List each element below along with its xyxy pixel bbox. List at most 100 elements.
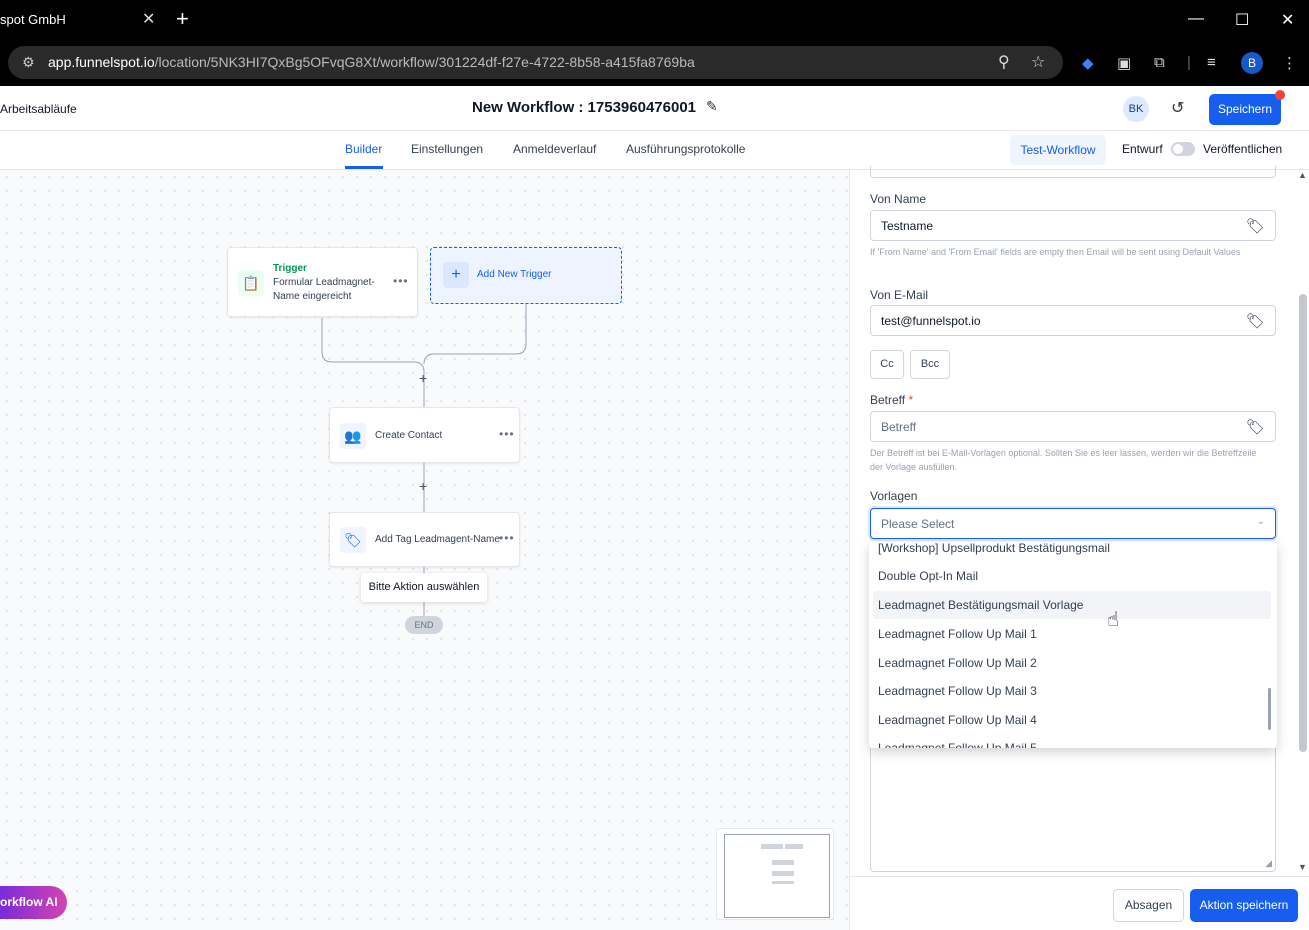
minimap-viewport <box>724 834 830 918</box>
create-contact-node[interactable]: 👥 Create Contact ••• <box>329 407 520 463</box>
dropdown-option[interactable]: Leadmagnet Follow Up Mail 5 <box>873 734 1271 748</box>
select-action-tooltip[interactable]: Bitte Aktion auswählen <box>361 573 487 602</box>
custom-value-tag-icon[interactable]: 🏷 <box>1246 217 1265 235</box>
browser-addressbar: ⚙ app.funnelspot.io/location/5NK3HI7QxBg… <box>0 40 1309 86</box>
dropdown-option[interactable]: Double Opt-In Mail <box>873 562 1271 590</box>
add-step-plus-icon[interactable]: + <box>419 370 427 386</box>
scroll-down-arrow[interactable]: ▼ <box>1298 862 1307 872</box>
bcc-button[interactable]: Bcc <box>910 350 950 379</box>
test-workflow-button[interactable]: Test-Workflow <box>1010 135 1106 165</box>
active-tab-indicator <box>345 166 383 169</box>
add-tag-node[interactable]: 🏷 Add Tag Leadmagent-Name ••• <box>329 512 520 567</box>
edit-pencil-icon[interactable]: ✎ <box>706 98 718 115</box>
from-email-value: test@funnelspot.io <box>881 314 981 328</box>
devtools-extension-icon[interactable]: ▣ <box>1117 54 1131 72</box>
tab-anmeldeverlauf[interactable]: Anmeldeverlauf <box>513 142 596 156</box>
divider: | <box>1187 54 1191 71</box>
new-tab-icon[interactable]: + <box>176 6 189 32</box>
from-email-field[interactable]: test@funnelspot.io 🏷 <box>870 305 1276 336</box>
workflow-ai-button[interactable]: orkflow AI <box>0 886 67 919</box>
site-info-icon[interactable]: ⚙ <box>22 54 35 71</box>
from-email-label: Von E-Mail <box>870 288 929 302</box>
resize-handle-icon[interactable]: ◢ <box>1265 858 1272 869</box>
publish-toggle[interactable] <box>1171 142 1195 156</box>
trigger-node[interactable]: 📋 Trigger Formular Leadmagnet- Name eing… <box>227 247 418 317</box>
contact-icon: 👥 <box>340 423 366 449</box>
tab-einstellungen[interactable]: Einstellungen <box>411 142 483 156</box>
url-text[interactable]: app.funnelspot.io/location/5NK3HI7QxBg5O… <box>48 54 695 70</box>
panel-footer: Absagen Aktion speichern <box>850 876 1309 930</box>
dropdown-option[interactable]: Leadmagnet Follow Up Mail 3 <box>873 677 1271 705</box>
profile-avatar[interactable]: B <box>1241 52 1263 74</box>
close-window-icon[interactable]: ✕ <box>1281 10 1294 30</box>
maximize-icon[interactable]: ☐ <box>1235 10 1249 30</box>
scroll-up-arrow[interactable]: ▲ <box>1298 170 1307 180</box>
trigger-menu-icon[interactable]: ••• <box>393 274 409 288</box>
add-new-trigger-button[interactable]: + Add New Trigger <box>430 247 622 304</box>
subject-hint: Der Betreff ist bei E-Mail-Vorlagen opti… <box>870 448 1257 472</box>
extension-icon[interactable]: ◆ <box>1082 54 1094 72</box>
dropdown-scrollbar[interactable] <box>1268 688 1271 730</box>
create-contact-label: Create Contact <box>375 430 443 441</box>
templates-label: Vorlagen <box>870 489 918 503</box>
action-settings-panel: ▲ ▼ Von Name Testname 🏷 If 'From Name' a… <box>849 166 1309 930</box>
add-tag-menu-icon[interactable]: ••• <box>499 531 515 545</box>
subject-label: Betreff * <box>870 393 913 407</box>
panel-scrollbar[interactable] <box>1299 294 1307 752</box>
subject-field[interactable]: Betreff 🏷 <box>870 411 1276 442</box>
from-name-label: Von Name <box>870 192 927 206</box>
user-avatar[interactable]: BK <box>1123 96 1149 122</box>
minimap-node <box>772 871 794 876</box>
toggle-knob <box>1173 144 1183 154</box>
dropdown-option[interactable]: Leadmagnet Follow Up Mail 4 <box>873 706 1271 734</box>
url-host: app.funnelspot.io <box>48 54 155 70</box>
subject-label-text: Betreff <box>870 393 906 407</box>
bookmark-star-icon[interactable]: ☆ <box>1031 52 1045 72</box>
dropdown-option[interactable]: [Workshop] Upsellprodukt Bestätigungsmai… <box>873 542 1271 562</box>
required-marker: * <box>908 393 914 407</box>
cc-button[interactable]: Cc <box>870 350 904 379</box>
back-to-workflows-link[interactable]: Arbeitsabläufe <box>0 102 77 116</box>
save-button[interactable]: Speichern <box>1209 94 1281 125</box>
publish-label: Veröffentlichen <box>1203 142 1283 156</box>
templates-dropdown: [Workshop] Upsellprodukt Bestätigungsmai… <box>869 542 1277 748</box>
notification-dot <box>1275 90 1285 100</box>
from-hint: If 'From Name' and 'From Email' fields a… <box>870 247 1241 257</box>
tab-builder[interactable]: Builder <box>345 142 382 156</box>
message-textarea[interactable]: ◢ <box>870 748 1276 872</box>
history-icon[interactable]: ↺ <box>1171 98 1184 118</box>
browser-titlebar: spot GmbH ✕ + — ☐ ✕ <box>0 0 1309 40</box>
add-trigger-label: Add New Trigger <box>477 269 552 280</box>
custom-value-tag-icon[interactable]: 🏷 <box>1246 312 1265 330</box>
minimap[interactable] <box>716 828 834 920</box>
browser-tab-title[interactable]: spot GmbH <box>0 12 66 27</box>
app-header: Arbeitsabläufe New Workflow : 1753960476… <box>0 86 1309 131</box>
from-name-field[interactable]: Testname 🏷 <box>870 210 1276 241</box>
trigger-label: Trigger <box>273 263 307 274</box>
dropdown-option[interactable]: Leadmagnet Follow Up Mail 2 <box>873 649 1271 677</box>
custom-value-tag-icon[interactable]: 🏷 <box>1246 418 1265 436</box>
zoom-icon[interactable]: ⚲ <box>998 52 1010 72</box>
save-action-button[interactable]: Aktion speichern <box>1190 889 1298 922</box>
minimap-node <box>772 860 794 865</box>
add-step-plus-icon[interactable]: + <box>419 478 427 494</box>
cancel-button[interactable]: Absagen <box>1113 889 1184 922</box>
dropdown-option[interactable]: Leadmagnet Follow Up Mail 1 <box>873 620 1271 648</box>
close-tab-icon[interactable]: ✕ <box>142 9 155 29</box>
media-control-icon[interactable]: ≡ <box>1207 54 1216 71</box>
from-name-value: Testname <box>881 219 934 233</box>
browser-menu-icon[interactable]: ⋮ <box>1282 54 1297 72</box>
minimize-icon[interactable]: — <box>1188 10 1204 28</box>
previous-field-edge <box>870 166 1276 178</box>
add-tag-label: Add Tag Leadmagent-Name <box>375 534 500 545</box>
workflow-canvas[interactable]: 📋 Trigger Formular Leadmagnet- Name eing… <box>0 170 849 930</box>
tab-ausfuehrungsprotokolle[interactable]: Ausführungsprotokolle <box>626 142 745 156</box>
workflow-title: New Workflow : 1753960476001 <box>472 99 697 116</box>
create-contact-menu-icon[interactable]: ••• <box>499 427 515 441</box>
url-field[interactable]: ⚙ app.funnelspot.io/location/5NK3HI7QxBg… <box>8 46 1063 79</box>
dropdown-option-hovered[interactable]: Leadmagnet Bestätigungsmail Vorlage <box>873 591 1271 619</box>
templates-select[interactable]: Please Select ⌄ <box>870 508 1276 539</box>
minimap-node <box>785 844 803 849</box>
puzzle-icon[interactable]: ⧉ <box>1154 54 1165 71</box>
minimap-node <box>761 844 783 849</box>
